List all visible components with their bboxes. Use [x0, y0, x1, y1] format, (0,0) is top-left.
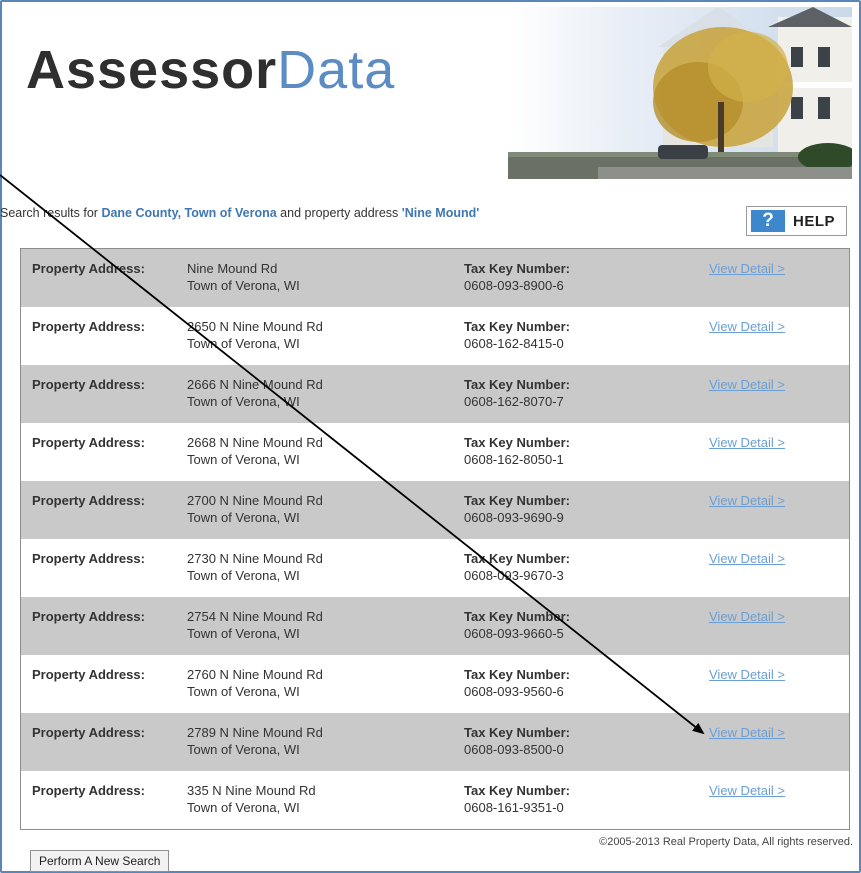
search-summary: Search results for Dane County, Town of … [0, 206, 479, 220]
view-detail-link[interactable]: View Detail > [709, 435, 785, 450]
property-address-street: 2760 N Nine Mound Rd [187, 667, 323, 682]
result-row: Property Address: 2668 N Nine Mound Rd Tow… [21, 423, 849, 481]
tax-key-label: Tax Key Number: [464, 319, 570, 334]
tax-key-value: 0608-093-9560-6 [464, 684, 564, 699]
property-address-street: Nine Mound Rd [187, 261, 278, 276]
tax-key-label: Tax Key Number: [464, 725, 570, 740]
results-table: Property Address: Nine Mound Rd Town of Ve… [20, 248, 850, 830]
tax-key-label: Tax Key Number: [464, 783, 570, 798]
property-address-label: Property Address: [32, 725, 145, 740]
tax-key-value: 0608-093-8500-0 [464, 742, 564, 757]
view-detail-link[interactable]: View Detail > [709, 261, 785, 276]
property-address-label: Property Address: [32, 609, 145, 624]
help-question-icon: ? [751, 210, 785, 232]
tax-key-label: Tax Key Number: [464, 435, 570, 450]
help-label: HELP [793, 213, 836, 230]
view-detail-link[interactable]: View Detail > [709, 609, 785, 624]
property-address-street: 2668 N Nine Mound Rd [187, 435, 323, 450]
result-row: Property Address: 2789 N Nine Mound Rd Tow… [21, 713, 849, 771]
tax-key-label: Tax Key Number: [464, 609, 570, 624]
property-address-city: Town of Verona, WI [187, 394, 300, 409]
search-location: Dane County, Town of Verona [101, 206, 277, 220]
tax-key-label: Tax Key Number: [464, 377, 570, 392]
assessordata-logo: AssessorData [26, 40, 395, 100]
property-address-street: 2789 N Nine Mound Rd [187, 725, 323, 740]
tax-key-value: 0608-162-8415-0 [464, 336, 564, 351]
help-button[interactable]: ? HELP [746, 206, 847, 236]
view-detail-link[interactable]: View Detail > [709, 551, 785, 566]
property-address-city: Town of Verona, WI [187, 568, 300, 583]
property-address-city: Town of Verona, WI [187, 510, 300, 525]
result-row: Property Address: 2650 N Nine Mound Rd Tow… [21, 307, 849, 365]
property-address-label: Property Address: [32, 435, 145, 450]
property-address-city: Town of Verona, WI [187, 452, 300, 467]
result-row: Property Address: 2666 N Nine Mound Rd Tow… [21, 365, 849, 423]
tax-key-label: Tax Key Number: [464, 493, 570, 508]
property-address-label: Property Address: [32, 783, 145, 798]
search-middle: and property address [276, 206, 402, 220]
property-address-label: Property Address: [32, 319, 145, 334]
view-detail-link[interactable]: View Detail > [709, 725, 785, 740]
new-search-button[interactable]: Perform A New Search [30, 850, 170, 872]
result-row: Property Address: 2700 N Nine Mound Rd Tow… [21, 481, 849, 539]
view-detail-link[interactable]: View Detail > [709, 493, 785, 508]
search-prefix: Search results for [0, 206, 102, 220]
tax-key-value: 0608-162-8050-1 [464, 452, 564, 467]
logo-data: Data [277, 40, 396, 100]
search-query: 'Nine Mound' [401, 206, 480, 220]
property-address-label: Property Address: [32, 667, 145, 682]
view-detail-link[interactable]: View Detail > [709, 377, 785, 392]
header-house-photo [508, 7, 852, 179]
tax-key-label: Tax Key Number: [464, 667, 570, 682]
property-address-street: 2650 N Nine Mound Rd [187, 319, 323, 334]
tax-key-value: 0608-161-9351-0 [464, 800, 564, 815]
view-detail-link[interactable]: View Detail > [709, 319, 785, 334]
property-address-city: Town of Verona, WI [187, 684, 300, 699]
tax-key-value: 0608-093-8900-6 [464, 278, 564, 293]
tax-key-value: 0608-093-9670-3 [464, 568, 564, 583]
tax-key-label: Tax Key Number: [464, 551, 570, 566]
result-row: Property Address: 2754 N Nine Mound Rd Tow… [21, 597, 849, 655]
property-address-street: 2754 N Nine Mound Rd [187, 609, 323, 624]
result-row: Property Address: Nine Mound Rd Town of Ve… [21, 249, 849, 307]
property-address-label: Property Address: [32, 551, 145, 566]
tax-key-value: 0608-093-9690-9 [464, 510, 564, 525]
property-address-city: Town of Verona, WI [187, 800, 300, 815]
property-address-label: Property Address: [32, 493, 145, 508]
logo-assessor: Assessor [26, 40, 278, 100]
result-row: Property Address: 2730 N Nine Mound Rd Tow… [21, 539, 849, 597]
property-address-street: 2666 N Nine Mound Rd [187, 377, 323, 392]
property-address-city: Town of Verona, WI [187, 278, 300, 293]
result-row: Property Address: 2760 N Nine Mound Rd Tow… [21, 655, 849, 713]
tax-key-value: 0608-162-8070-7 [464, 394, 564, 409]
property-address-street: 335 N Nine Mound Rd [187, 783, 316, 798]
view-detail-link[interactable]: View Detail > [709, 783, 785, 798]
tax-key-label: Tax Key Number: [464, 261, 570, 276]
property-address-city: Town of Verona, WI [187, 742, 300, 757]
copyright-notice: ©2005-2013 Real Property Data, All right… [599, 836, 853, 848]
property-address-label: Property Address: [32, 377, 145, 392]
tax-key-value: 0608-093-9660-5 [464, 626, 564, 641]
property-address-street: 2700 N Nine Mound Rd [187, 493, 323, 508]
view-detail-link[interactable]: View Detail > [709, 667, 785, 682]
property-address-street: 2730 N Nine Mound Rd [187, 551, 323, 566]
property-address-label: Property Address: [32, 261, 145, 276]
property-address-city: Town of Verona, WI [187, 336, 300, 351]
property-address-city: Town of Verona, WI [187, 626, 300, 641]
result-row: Property Address: 335 N Nine Mound Rd Town… [21, 771, 849, 829]
